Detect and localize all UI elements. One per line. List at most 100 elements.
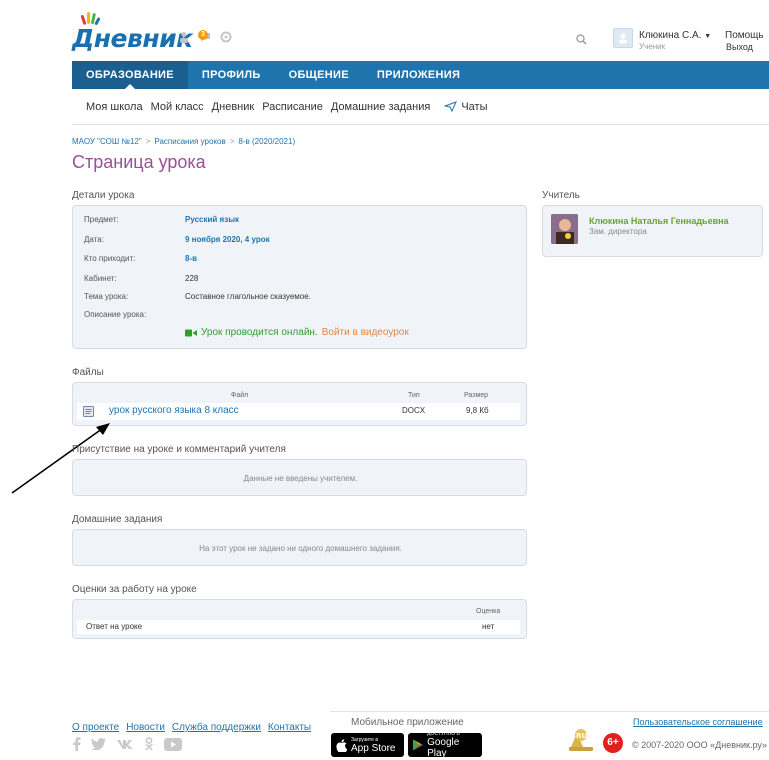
breadcrumb-schedules[interactable]: Расписания уроков — [154, 137, 225, 146]
odnoklassniki-icon[interactable] — [144, 737, 154, 751]
teacher-photo[interactable] — [551, 214, 578, 244]
google-play-icon — [413, 739, 424, 751]
subnav-homework[interactable]: Домашние задания — [331, 101, 430, 113]
award-icon: RU — [569, 729, 593, 751]
user-menu[interactable]: Клюкина С.А. ▼ — [639, 30, 711, 41]
files-panel: Файл Тип Размер урок русского языка 8 кл… — [72, 382, 527, 426]
subnav-my-school[interactable]: Моя школа — [86, 101, 143, 113]
teacher-role: Зам. директора — [589, 227, 647, 236]
apple-icon — [336, 738, 347, 752]
breadcrumb-separator: > — [229, 137, 235, 146]
document-icon — [83, 406, 94, 417]
teacher-title: Учитель — [542, 190, 580, 201]
detail-label: Описание урока: — [84, 310, 147, 319]
homework-panel: На этот урок не задано ни одного домашне… — [72, 529, 527, 566]
subnav-schedule[interactable]: Расписание — [262, 101, 323, 113]
teacher-name[interactable]: Клюкина Наталья Геннадьевна — [589, 216, 729, 226]
subnav-chats[interactable]: Чаты — [444, 101, 487, 113]
breadcrumb-separator: > — [145, 137, 151, 146]
footer-divider — [330, 711, 769, 712]
tab-apps[interactable]: ПРИЛОЖЕНИЯ — [363, 61, 474, 89]
main-nav: ОБРАЗОВАНИЕ ПРОФИЛЬ ОБЩЕНИЕ ПРИЛОЖЕНИЯ — [72, 61, 769, 89]
attendance-message: Данные не введены учителем. — [243, 474, 358, 483]
activity-icon[interactable] — [220, 31, 232, 43]
footer-link-contacts[interactable]: Контакты — [268, 722, 311, 733]
video-camera-icon — [185, 329, 197, 336]
detail-label: Дата: — [84, 235, 104, 244]
chevron-down-icon: ▼ — [704, 33, 712, 40]
file-type: DOCX — [402, 406, 426, 415]
room-value: 228 — [185, 274, 199, 283]
subnav-my-class[interactable]: Мой класс — [151, 101, 204, 113]
lesson-details-panel: Предмет: Русский язык Дата: 9 ноября 202… — [72, 205, 527, 349]
youtube-icon[interactable] — [164, 737, 182, 751]
footer-link-news[interactable]: Новости — [126, 722, 165, 733]
col-type-header: Тип — [408, 392, 420, 399]
tab-profile[interactable]: ПРОФИЛЬ — [188, 61, 275, 89]
table-row: урок русского языка 8 класс DOCX 9,8 Кб — [77, 403, 520, 420]
tab-communication[interactable]: ОБЩЕНИЕ — [275, 61, 363, 89]
site-logo[interactable]: Дневник — [72, 24, 193, 53]
user-role: Ученик — [639, 42, 666, 51]
avatar-placeholder-icon — [619, 33, 627, 44]
detail-label: Кабинет: — [84, 274, 117, 283]
detail-label: Тема урока: — [84, 292, 129, 301]
copyright-text: © 2007-2020 ООО «Дневник.ру» — [632, 740, 767, 750]
footer-link-about[interactable]: О проекте — [72, 722, 119, 733]
help-link[interactable]: Помощь — [725, 30, 764, 41]
app-store-button[interactable]: Загрузите в App Store — [331, 733, 404, 757]
online-text: Урок проводится онлайн. — [201, 327, 318, 338]
grades-title: Оценки за работу на уроке — [72, 584, 197, 595]
teacher-panel: Клюкина Наталья Геннадьевна Зам. директо… — [542, 205, 763, 257]
date-value[interactable]: 9 ноября 2020, 4 урок — [185, 235, 270, 244]
user-icon[interactable] — [178, 31, 190, 43]
attendance-title: Присутствие на уроке и комментарий учите… — [72, 444, 286, 455]
join-video-lesson-link[interactable]: Войти в видеоурок — [322, 327, 409, 338]
google-play-button[interactable]: ДОСТУПНО В Google Play — [408, 731, 482, 759]
class-value[interactable]: 8-в — [185, 254, 197, 263]
table-row: Ответ на уроке нет — [77, 620, 520, 634]
subnav-diary[interactable]: Дневник — [212, 101, 255, 113]
breadcrumb: МАОУ "СОШ №12" > Расписания уроков > 8-в… — [72, 137, 295, 146]
file-link[interactable]: урок русского языка 8 класс — [109, 405, 239, 416]
logout-link[interactable]: Выход — [726, 42, 753, 52]
col-file-header: Файл — [231, 392, 249, 399]
svg-text:RU: RU — [576, 732, 587, 740]
online-lesson-notice: Урок проводится онлайн. Войти в видеоуро… — [185, 327, 409, 338]
user-name: Клюкина С.А. — [639, 30, 702, 41]
homework-title: Домашние задания — [72, 514, 163, 525]
appstore-big-text: App Store — [351, 742, 396, 754]
detail-label: Кто приходит: — [84, 254, 136, 263]
gplay-big-text: Google Play — [427, 737, 460, 759]
user-avatar[interactable] — [613, 28, 633, 48]
tab-education[interactable]: ОБРАЗОВАНИЕ — [72, 61, 188, 89]
teacher-photo-image — [551, 214, 578, 244]
page-title: Страница урока — [72, 152, 206, 172]
detail-label: Предмет: — [84, 215, 119, 224]
footer-link-support[interactable]: Служба поддержки — [172, 722, 261, 733]
col-grade-header: Оценка — [476, 608, 501, 615]
topic-value: Составное глагольное сказуемое. — [185, 292, 311, 301]
vk-icon[interactable] — [116, 739, 134, 750]
sub-nav: Моя школа Мой класс Дневник Расписание Д… — [72, 89, 769, 125]
breadcrumb-school[interactable]: МАОУ "СОШ №12" — [72, 137, 142, 146]
social-icons — [72, 737, 182, 751]
paper-plane-icon — [444, 101, 458, 112]
attendance-panel: Данные не введены учителем. — [72, 459, 527, 496]
twitter-icon[interactable] — [91, 738, 106, 750]
grade-value: нет — [482, 622, 495, 631]
file-size: 9,8 Кб — [466, 406, 489, 415]
mobile-app-title: Мобильное приложение — [351, 717, 464, 728]
breadcrumb-class[interactable]: 8-в (2020/2021) — [238, 137, 295, 146]
notification-badge: 3 — [198, 30, 208, 40]
facebook-icon[interactable] — [72, 737, 81, 751]
homework-message: На этот урок не задано ни одного домашне… — [199, 544, 402, 553]
subnav-chats-label: Чаты — [461, 100, 488, 113]
files-title: Файлы — [72, 367, 104, 378]
age-rating-badge: 6+ — [603, 733, 623, 753]
col-size-header: Размер — [464, 392, 489, 399]
lesson-details-title: Детали урока — [72, 190, 135, 201]
search-icon[interactable] — [576, 34, 587, 45]
subject-value[interactable]: Русский язык — [185, 215, 239, 224]
user-agreement-link[interactable]: Пользовательское соглашение — [633, 717, 763, 727]
